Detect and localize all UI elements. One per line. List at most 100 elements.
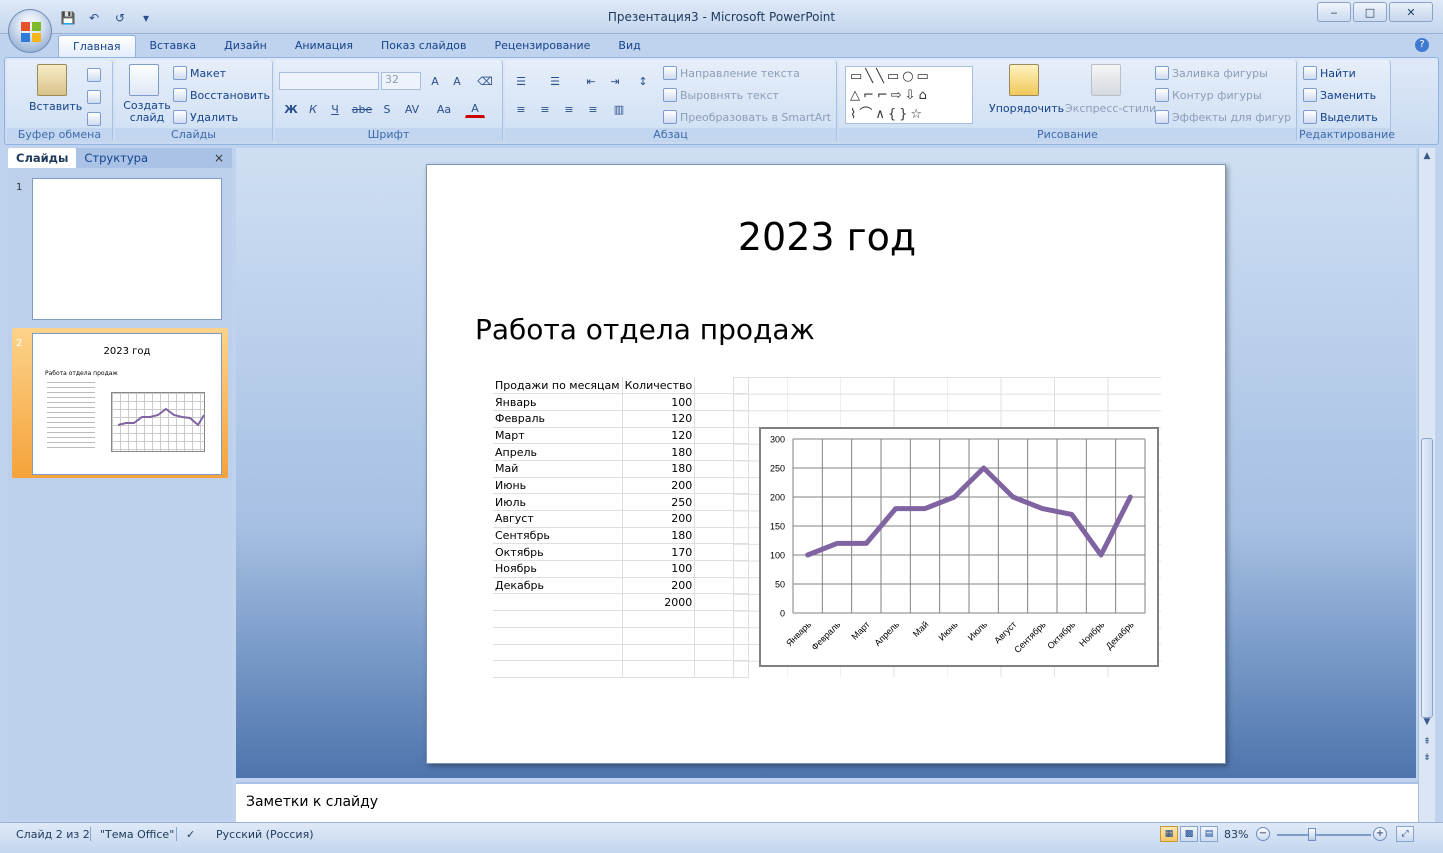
table-cell-label[interactable]: Январь	[493, 393, 623, 411]
grow-font-icon[interactable]: A	[425, 72, 445, 90]
italic-icon[interactable]: К	[303, 100, 323, 118]
next-slide-icon[interactable]: ⇟	[1421, 752, 1433, 764]
font-name-combo[interactable]	[279, 72, 379, 90]
table-cell-label[interactable]: Февраль	[493, 410, 623, 428]
maximize-button[interactable]: □	[1353, 2, 1387, 22]
table-cell-value[interactable]: 100	[622, 393, 696, 411]
shapes-gallery[interactable]: ▭╲╲▭○▭ △⌐⌐⇨⇩⌂ ⌇⌒∧{}☆	[845, 66, 973, 124]
decrease-indent-icon[interactable]: ⇤	[581, 72, 601, 90]
table-cell-value[interactable]: 180	[622, 460, 696, 478]
zoom-slider[interactable]	[1277, 834, 1371, 836]
table-cell-empty[interactable]	[694, 593, 750, 612]
table-cell-empty[interactable]	[694, 493, 750, 511]
text-direction-button[interactable]: Направление текста	[663, 66, 800, 80]
table-cell-empty[interactable]	[694, 477, 750, 495]
new-slide-button[interactable]: Создать слайд	[123, 100, 171, 124]
bold-icon[interactable]: Ж	[281, 100, 301, 118]
paste-button[interactable]: Вставить	[29, 100, 82, 113]
table-cell-value[interactable]: 180	[622, 443, 696, 461]
table-cell-label[interactable]	[493, 610, 623, 628]
status-theme[interactable]: "Тема Office"	[100, 828, 174, 841]
slide-2[interactable]: 2023 год Работа отдела продаж Продажи по…	[426, 164, 1226, 764]
table-cell-empty[interactable]	[694, 577, 750, 595]
table-cell-label[interactable]: Апрель	[493, 443, 623, 461]
status-language[interactable]: Русский (Россия)	[216, 828, 314, 841]
zoom-in-icon[interactable]: +	[1373, 827, 1387, 841]
table-cell-empty[interactable]	[694, 393, 750, 411]
slide-thumbnail-2[interactable]: 2023 год Работа отдела продаж	[32, 333, 222, 475]
change-case-icon[interactable]: Aa	[431, 100, 457, 118]
table-cell-empty[interactable]	[694, 560, 750, 578]
table-cell-value[interactable]: 180	[622, 527, 696, 545]
char-spacing-icon[interactable]: AV	[399, 100, 425, 118]
columns-icon[interactable]: ▥	[609, 100, 629, 118]
align-right-icon[interactable]: ≡	[559, 100, 579, 118]
table-cell-value[interactable]: 200	[622, 577, 696, 595]
bullets-icon[interactable]: ☰	[511, 72, 531, 90]
select-button[interactable]: Выделить	[1303, 110, 1378, 124]
table-cell-value[interactable]	[622, 644, 696, 662]
prev-slide-icon[interactable]: ⇞	[1421, 736, 1433, 748]
paste-icon[interactable]	[37, 64, 67, 96]
shape-outline-button[interactable]: Контур фигуры	[1155, 88, 1262, 102]
minimize-button[interactable]: ‒	[1317, 2, 1351, 22]
table-cell-value[interactable]	[622, 627, 696, 645]
tab-4[interactable]: Показ слайдов	[367, 35, 481, 57]
format-painter-icon[interactable]	[87, 112, 101, 126]
shape-fill-button[interactable]: Заливка фигуры	[1155, 66, 1268, 80]
table-cell-empty[interactable]	[694, 543, 750, 562]
table-cell-value[interactable]: 200	[622, 510, 696, 528]
table-cell-label[interactable]: Октябрь	[493, 543, 623, 562]
underline-icon[interactable]: Ч	[325, 100, 345, 118]
cut-icon[interactable]	[87, 68, 101, 82]
quick-styles-button[interactable]: Экспресс-стили	[1065, 102, 1156, 115]
table-cell-label[interactable]: Июнь	[493, 477, 623, 495]
layout-button[interactable]: Макет	[173, 66, 226, 80]
table-cell-empty[interactable]	[694, 527, 750, 545]
table-cell-label[interactable]	[493, 627, 623, 645]
tab-slides[interactable]: Слайды	[8, 148, 77, 168]
font-color-icon[interactable]: A	[465, 100, 485, 118]
table-cell-value[interactable]: Количество	[622, 377, 696, 395]
table-cell-empty[interactable]	[694, 644, 750, 662]
scroll-up-icon[interactable]: ▲	[1421, 150, 1433, 162]
notes-pane[interactable]: Заметки к слайду	[236, 782, 1418, 824]
table-cell-label[interactable]: Продажи по месяцам	[493, 377, 623, 395]
table-cell-label[interactable]: Декабрь	[493, 577, 623, 595]
table-cell-value[interactable]: 250	[622, 493, 696, 511]
zoom-out-icon[interactable]: −	[1256, 827, 1270, 841]
table-cell-label[interactable]: Сентябрь	[493, 527, 623, 545]
table-cell-value[interactable]: 200	[622, 477, 696, 495]
align-center-icon[interactable]: ≡	[535, 100, 555, 118]
quick-styles-icon[interactable]	[1091, 64, 1121, 96]
table-cell-empty[interactable]	[694, 410, 750, 428]
table-cell-value[interactable]: 2000	[622, 593, 696, 612]
slide-sorter-icon[interactable]: ▩	[1180, 826, 1198, 842]
spellcheck-icon[interactable]: ✓	[186, 828, 195, 841]
help-icon[interactable]: ?	[1415, 38, 1429, 52]
table-cell-label[interactable]: Март	[493, 427, 623, 445]
zoom-slider-handle[interactable]	[1308, 828, 1316, 841]
increase-indent-icon[interactable]: ⇥	[605, 72, 625, 90]
tab-outline[interactable]: Структура	[76, 148, 156, 168]
table-cell-empty[interactable]	[694, 660, 750, 678]
tab-0[interactable]: Главная	[58, 35, 136, 57]
shrink-font-icon[interactable]: A	[447, 72, 467, 90]
line-spacing-icon[interactable]: ↕	[633, 72, 653, 90]
tab-1[interactable]: Вставка	[136, 35, 211, 57]
table-cell-empty[interactable]	[694, 510, 750, 528]
slide-subtitle[interactable]: Работа отдела продаж	[475, 313, 815, 346]
slideshow-icon[interactable]: ▤	[1200, 826, 1218, 842]
table-cell-value[interactable]	[622, 660, 696, 678]
table-cell-label[interactable]	[493, 593, 623, 612]
tab-6[interactable]: Вид	[604, 35, 654, 57]
numbering-icon[interactable]: ☰	[545, 72, 565, 90]
shape-effects-button[interactable]: Эффекты для фигур	[1155, 110, 1291, 124]
arrange-button[interactable]: Упорядочить	[989, 102, 1064, 115]
table-cell-empty[interactable]	[694, 627, 750, 645]
delete-slide-button[interactable]: Удалить	[173, 110, 238, 124]
tab-5[interactable]: Рецензирование	[481, 35, 605, 57]
scroll-down-icon[interactable]: ▼	[1421, 716, 1433, 728]
table-cell-value[interactable]: 170	[622, 543, 696, 562]
close-button[interactable]: ✕	[1389, 2, 1433, 22]
